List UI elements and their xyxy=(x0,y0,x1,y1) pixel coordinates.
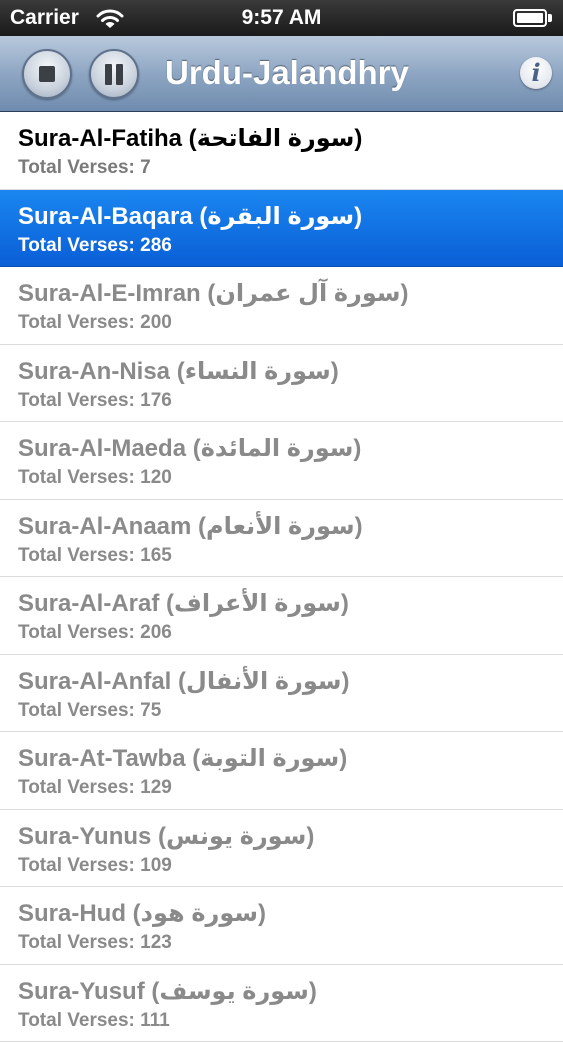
sura-list: Sura-Al-Fatiha (سورة الفاتحة) Total Vers… xyxy=(0,112,563,1042)
pause-icon-bar xyxy=(116,64,123,85)
verse-count: Total Verses: 206 xyxy=(18,621,563,645)
page-title: Urdu-Jalandhry xyxy=(165,54,409,92)
list-item[interactable]: Sura-Al-E-Imran (سورة آل عمران) Total Ve… xyxy=(0,267,563,345)
status-bar: Carrier 9:57 AM xyxy=(0,0,563,36)
sura-title: Sura-Hud (سورة هود) xyxy=(18,899,563,929)
verse-count: Total Verses: 7 xyxy=(18,156,563,180)
navigation-bar: Urdu-Jalandhry i xyxy=(0,36,563,112)
sura-title: Sura-Al-Fatiha (سورة الفاتحة) xyxy=(18,124,563,154)
list-item[interactable]: Sura-Al-Maeda (سورة المائدة) Total Verse… xyxy=(0,422,563,500)
list-item[interactable]: Sura-Al-Araf (سورة الأعراف) Total Verses… xyxy=(0,577,563,655)
sura-title: Sura-Al-Anfal (سورة الأنفال) xyxy=(18,667,563,697)
stop-button[interactable] xyxy=(22,49,72,99)
sura-title: Sura-Al-Araf (سورة الأعراف) xyxy=(18,589,563,619)
list-item[interactable]: Sura-An-Nisa (سورة النساء) Total Verses:… xyxy=(0,345,563,423)
list-item[interactable]: Sura-At-Tawba (سورة التوبة) Total Verses… xyxy=(0,732,563,810)
list-item[interactable]: Sura-Yusuf (سورة يوسف) Total Verses: 111 xyxy=(0,965,563,1042)
verse-count: Total Verses: 176 xyxy=(18,389,563,413)
sura-title: Sura-Yunus (سورة يونس) xyxy=(18,822,563,852)
pause-icon xyxy=(105,64,112,85)
list-item-selected[interactable]: Sura-Al-Baqara (سورة البقرة) Total Verse… xyxy=(0,190,563,268)
verse-count: Total Verses: 200 xyxy=(18,311,563,335)
list-item[interactable]: Sura-Yunus (سورة يونس) Total Verses: 109 xyxy=(0,810,563,888)
sura-title: Sura-At-Tawba (سورة التوبة) xyxy=(18,744,563,774)
battery-tip xyxy=(548,14,552,22)
list-item[interactable]: Sura-Hud (سورة هود) Total Verses: 123 xyxy=(0,887,563,965)
sura-title: Sura-Al-Baqara (سورة البقرة) xyxy=(18,202,563,232)
verse-count: Total Verses: 120 xyxy=(18,466,563,490)
battery-icon xyxy=(513,9,547,27)
info-button[interactable]: i xyxy=(520,57,552,89)
clock: 9:57 AM xyxy=(0,6,563,30)
sura-title: Sura-Yusuf (سورة يوسف) xyxy=(18,977,563,1007)
sura-title: Sura-An-Nisa (سورة النساء) xyxy=(18,357,563,387)
verse-count: Total Verses: 286 xyxy=(18,234,563,258)
stop-icon xyxy=(39,66,55,82)
list-item[interactable]: Sura-Al-Fatiha (سورة الفاتحة) Total Vers… xyxy=(0,112,563,190)
list-item[interactable]: Sura-Al-Anfal (سورة الأنفال) Total Verse… xyxy=(0,655,563,733)
list-item[interactable]: Sura-Al-Anaam (سورة الأنعام) Total Verse… xyxy=(0,500,563,578)
verse-count: Total Verses: 165 xyxy=(18,544,563,568)
verse-count: Total Verses: 109 xyxy=(18,854,563,878)
sura-title: Sura-Al-Maeda (سورة المائدة) xyxy=(18,434,563,464)
sura-title: Sura-Al-Anaam (سورة الأنعام) xyxy=(18,512,563,542)
info-icon: i xyxy=(531,58,540,87)
verse-count: Total Verses: 111 xyxy=(18,1009,563,1033)
sura-title: Sura-Al-E-Imran (سورة آل عمران) xyxy=(18,279,563,309)
pause-button[interactable] xyxy=(89,49,139,99)
verse-count: Total Verses: 75 xyxy=(18,699,563,723)
verse-count: Total Verses: 129 xyxy=(18,776,563,800)
verse-count: Total Verses: 123 xyxy=(18,931,563,955)
